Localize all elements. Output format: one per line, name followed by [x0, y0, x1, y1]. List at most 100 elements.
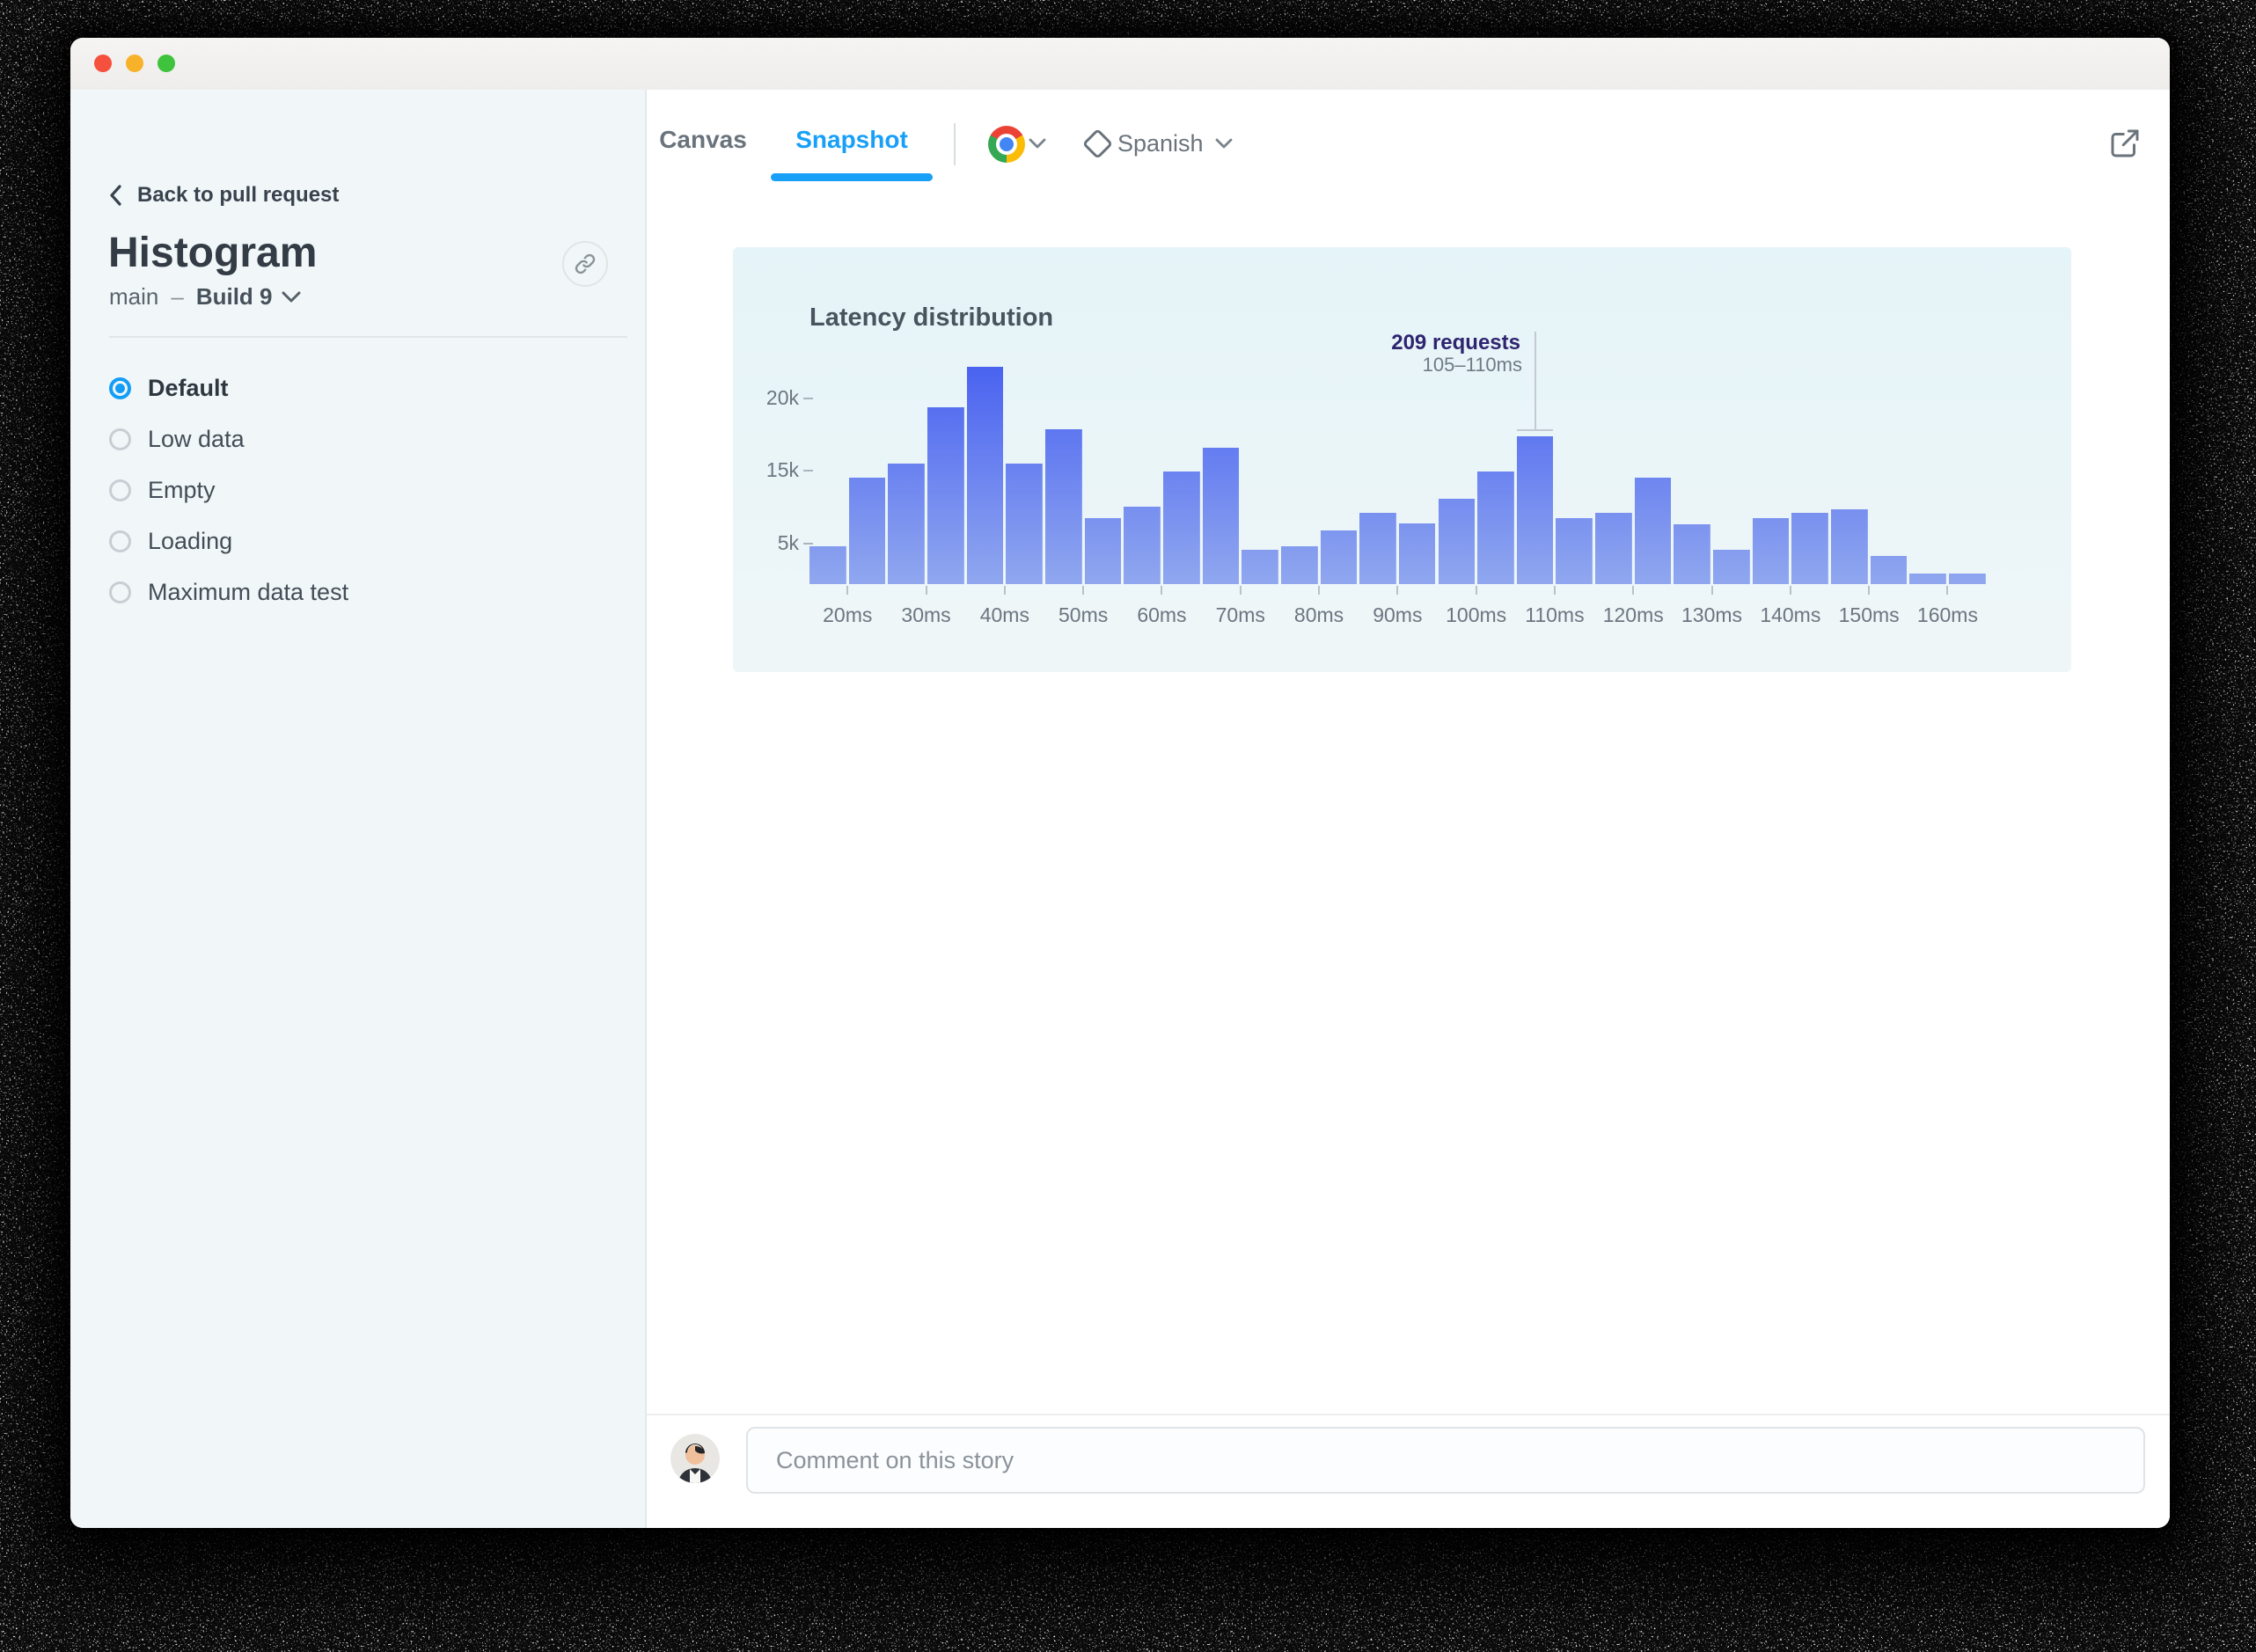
y-axis-label: 20k: [765, 386, 799, 409]
x-axis-tick: [846, 586, 849, 595]
link-icon: [574, 252, 597, 275]
x-axis-tick: [925, 586, 927, 595]
story-item-low-data[interactable]: Low data: [70, 413, 645, 464]
histogram-bar-70-75ms[interactable]: [1242, 550, 1278, 584]
tab-snapshot[interactable]: Snapshot: [771, 126, 933, 154]
comment-input[interactable]: Comment on this story: [746, 1427, 2145, 1494]
chevron-down-icon: [282, 291, 301, 303]
close-window-button[interactable]: [94, 55, 112, 72]
tab-canvas[interactable]: Canvas: [647, 126, 759, 154]
build-selector[interactable]: main – Build 9: [109, 283, 301, 311]
histogram-bar-30-35ms[interactable]: [927, 407, 964, 584]
radio-selected-icon[interactable]: [109, 376, 131, 399]
annotation-cap: [1516, 429, 1554, 431]
radio-icon[interactable]: [109, 428, 131, 450]
browser-chevron-down-icon[interactable]: [1028, 136, 1047, 156]
histogram-bar-115-120ms[interactable]: [1595, 513, 1632, 584]
open-external-button[interactable]: [2103, 121, 2147, 165]
histogram-bar-15-20ms[interactable]: [809, 546, 846, 584]
x-axis-tick: [1082, 586, 1085, 595]
histogram-bar-110-115ms[interactable]: [1556, 518, 1593, 584]
y-axis-tick: [803, 398, 813, 399]
histogram-bar-65-70ms[interactable]: [1202, 448, 1240, 584]
header-divider: [954, 123, 956, 165]
x-axis-tick: [1553, 586, 1556, 595]
x-axis-tick: [1475, 586, 1477, 595]
app-window: Back to pull request Histogram main – Bu…: [70, 38, 2170, 1528]
branch-build-separator: –: [171, 283, 184, 310]
histogram-bar-120-125ms[interactable]: [1634, 478, 1672, 584]
x-axis-label: 90ms: [1373, 603, 1423, 626]
histogram-bar-95-100ms[interactable]: [1438, 499, 1476, 584]
histogram-bar-150-155ms[interactable]: [1870, 556, 1908, 584]
histogram-bar-145-150ms[interactable]: [1831, 509, 1868, 584]
histogram-bar-125-130ms[interactable]: [1674, 524, 1711, 584]
x-axis-label: 140ms: [1760, 603, 1821, 626]
histogram-bar-45-50ms[interactable]: [1045, 429, 1082, 584]
chart-title: Latency distribution: [809, 303, 1054, 332]
language-selector[interactable]: Spanish: [1117, 130, 1204, 157]
language-chevron-down-icon[interactable]: [1214, 136, 1234, 156]
story-label: Default: [148, 374, 229, 401]
annotation-line: [1534, 332, 1536, 429]
histogram-bar-55-60ms[interactable]: [1124, 507, 1161, 584]
x-axis-tick: [1632, 586, 1635, 595]
histogram-bar-90-95ms[interactable]: [1398, 523, 1436, 584]
story-label: Maximum data test: [148, 578, 349, 605]
histogram-bar-40-45ms[interactable]: [1006, 464, 1043, 584]
copy-link-button[interactable]: [562, 241, 608, 287]
story-item-empty[interactable]: Empty: [70, 464, 645, 515]
histogram-bar-100-105ms[interactable]: [1477, 471, 1514, 584]
back-to-pull-request-link[interactable]: Back to pull request: [107, 183, 339, 208]
x-axis-tick: [1789, 586, 1791, 595]
radio-icon[interactable]: [109, 479, 131, 501]
external-link-icon: [2106, 125, 2143, 162]
annotation-range: 105–110ms: [1422, 354, 1522, 376]
histogram-bar-60-65ms[interactable]: [1162, 471, 1200, 584]
histogram-bar-105-110ms[interactable]: [1516, 436, 1554, 584]
zoom-window-button[interactable]: [157, 55, 175, 72]
x-axis-tick: [1239, 586, 1242, 595]
histogram-bar-130-135ms[interactable]: [1713, 550, 1750, 584]
histogram-bar-85-90ms[interactable]: [1359, 513, 1396, 584]
histogram-bar-75-80ms[interactable]: [1280, 546, 1318, 584]
chevron-left-icon: [107, 184, 125, 207]
x-axis-tick: [1003, 586, 1006, 595]
radio-icon[interactable]: [109, 581, 131, 603]
x-axis-label: 40ms: [979, 603, 1029, 626]
sidebar-divider: [109, 336, 627, 338]
story-label: Loading: [148, 527, 233, 554]
x-axis-label: 80ms: [1293, 603, 1344, 626]
histogram-bar-80-85ms[interactable]: [1320, 530, 1358, 584]
story-item-default[interactable]: Default: [70, 362, 645, 413]
x-axis-tick: [1710, 586, 1713, 595]
x-axis-tick: [1868, 586, 1871, 595]
latency-chart: Latency distribution 209 requests 105–11…: [733, 247, 2071, 672]
story-label: Low data: [148, 425, 245, 452]
histogram-bar-50-55ms[interactable]: [1084, 518, 1122, 584]
y-axis-tick: [803, 470, 813, 471]
histogram-bar-25-30ms[interactable]: [888, 464, 926, 584]
x-axis-label: 30ms: [901, 603, 951, 626]
histogram-bar-140-145ms[interactable]: [1791, 513, 1828, 584]
titlebar: [70, 38, 2170, 91]
story-item-maximum-data-test[interactable]: Maximum data test: [70, 567, 645, 618]
histogram-bar-35-40ms[interactable]: [966, 367, 1004, 584]
minimize-window-button[interactable]: [126, 55, 143, 72]
radio-icon[interactable]: [109, 530, 131, 552]
histogram-bar-20-25ms[interactable]: [848, 478, 886, 584]
avatar[interactable]: [670, 1434, 720, 1483]
story-list: Default Low data Empty Loading Maximum data …: [70, 362, 645, 618]
x-axis-label: 50ms: [1058, 603, 1109, 626]
x-axis-label: 160ms: [1916, 603, 1978, 626]
histogram-bar-160-165ms[interactable]: [1948, 574, 1986, 584]
histogram-bar-135-140ms[interactable]: [1752, 518, 1790, 584]
histogram-bar-155-160ms[interactable]: [1909, 574, 1946, 584]
x-axis-label: 70ms: [1215, 603, 1265, 626]
chrome-icon[interactable]: [988, 126, 1025, 163]
annotation-title: 209 requests: [1391, 331, 1520, 355]
story-item-loading[interactable]: Loading: [70, 515, 645, 567]
active-tab-underline: [771, 173, 933, 181]
x-axis-label: 100ms: [1446, 603, 1507, 626]
x-axis-tick: [1946, 586, 1949, 595]
